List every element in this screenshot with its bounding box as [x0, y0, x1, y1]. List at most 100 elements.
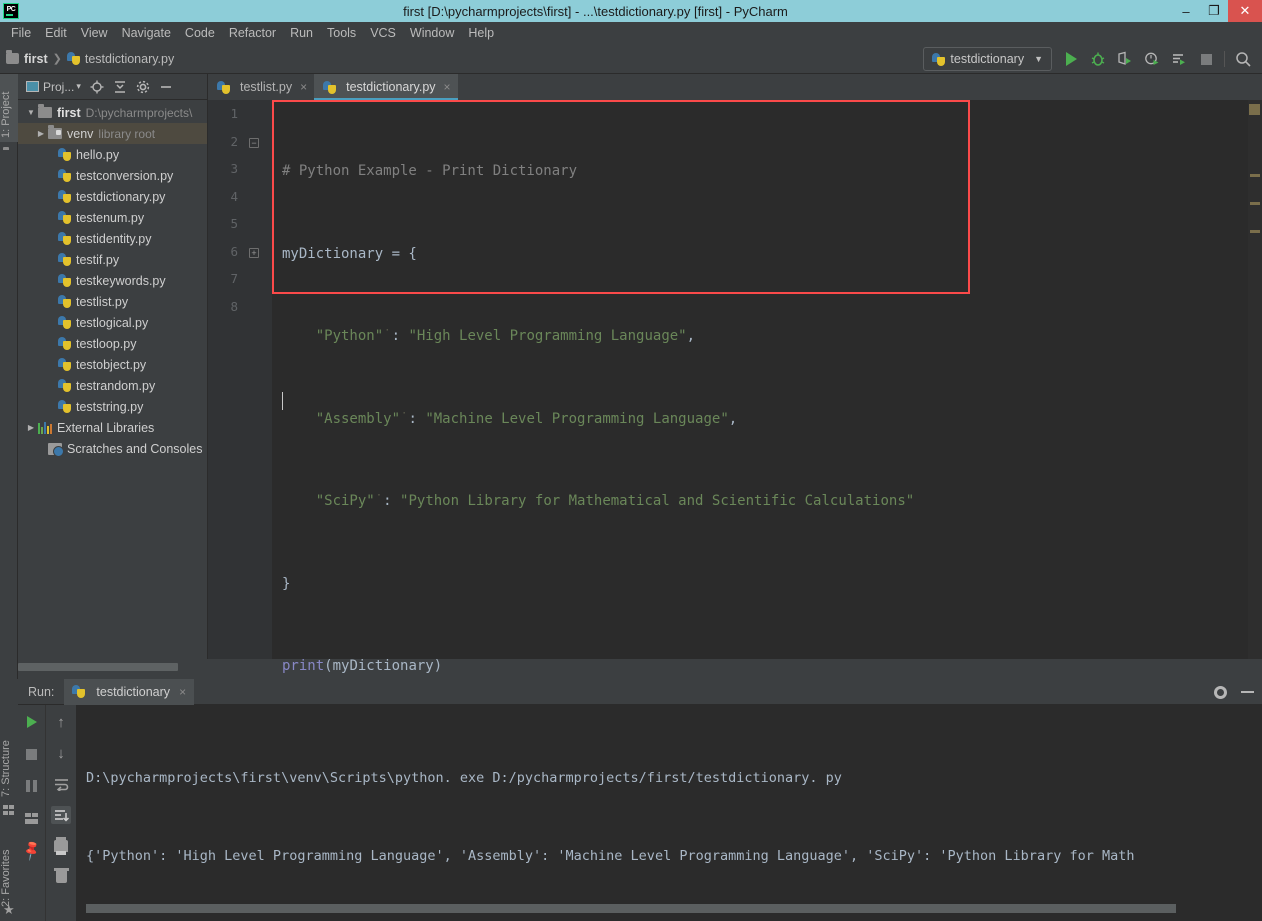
- editor-tab-testdictionary[interactable]: testdictionary.py ×: [314, 74, 458, 100]
- menu-file[interactable]: File: [4, 24, 38, 42]
- settings-icon[interactable]: [136, 80, 150, 94]
- run-button[interactable]: [1062, 50, 1080, 68]
- tree-item-testidentity-py[interactable]: testidentity.py: [18, 228, 207, 249]
- menu-vcs[interactable]: VCS: [363, 24, 403, 42]
- stripe-marker[interactable]: [1250, 202, 1260, 205]
- external-libraries-icon: [38, 421, 52, 434]
- code-editor[interactable]: 1 2 3 4 5 6 7 8 − + # Python Example - Print Dict…: [208, 100, 1262, 674]
- close-tab-icon[interactable]: ×: [300, 80, 307, 94]
- breadcrumb-project[interactable]: first: [6, 50, 48, 66]
- scroll-to-end-button[interactable]: [51, 806, 71, 824]
- project-panel-scrollbar[interactable]: [18, 663, 208, 673]
- menu-window[interactable]: Window: [403, 24, 461, 42]
- error-stripe-marker[interactable]: [1249, 104, 1260, 115]
- stripe-marker[interactable]: [1250, 230, 1260, 233]
- tree-expand-arrow-icon[interactable]: ▼: [24, 108, 38, 117]
- text-caret: [282, 392, 283, 410]
- tree-item-external-libraries[interactable]: ▶ External Libraries: [18, 417, 207, 438]
- code-fold-icon[interactable]: −: [248, 137, 260, 149]
- tree-item-venv[interactable]: ▶ venv library root: [18, 123, 207, 144]
- minimize-icon[interactable]: [1241, 691, 1254, 693]
- minimize-window-button[interactable]: –: [1172, 0, 1200, 22]
- scratches-icon: [48, 442, 64, 457]
- code-line-3: "Python"˙: "High Level Programming Langu…: [272, 323, 1262, 351]
- profile-button[interactable]: [1143, 50, 1161, 68]
- tree-item-hello-py[interactable]: hello.py: [18, 144, 207, 165]
- pin-tab-button[interactable]: 📌: [19, 838, 42, 861]
- editor-tab-testlist[interactable]: testlist.py ×: [208, 74, 314, 100]
- pause-button[interactable]: [23, 777, 41, 795]
- tree-item-testenum-py[interactable]: testenum.py: [18, 207, 207, 228]
- rerun-button[interactable]: [23, 713, 41, 731]
- logo-text: PC: [6, 5, 16, 13]
- run-tab-testdictionary[interactable]: testdictionary ×: [64, 678, 195, 705]
- tree-item-first[interactable]: ▼ first D:\pycharmprojects\: [18, 102, 207, 123]
- debug-button[interactable]: [1089, 50, 1107, 68]
- menu-run[interactable]: Run: [283, 24, 320, 42]
- tree-item-testobject-py[interactable]: testobject.py: [18, 354, 207, 375]
- window-controls: – ❐ ✕: [1172, 0, 1262, 22]
- editor-gutter[interactable]: 1 2 3 4 5 6 7 8 − +: [208, 100, 272, 659]
- scroll-up-button[interactable]: [52, 713, 70, 731]
- console-horizontal-scrollbar[interactable]: [86, 904, 1176, 913]
- close-tab-icon[interactable]: ×: [444, 80, 451, 94]
- scroll-down-button[interactable]: [52, 744, 70, 762]
- close-window-button[interactable]: ✕: [1228, 0, 1262, 22]
- stop-button[interactable]: [1197, 50, 1215, 68]
- close-run-tab-icon[interactable]: ×: [179, 685, 186, 699]
- sidebar-tab-structure[interactable]: 7: Structure: [0, 717, 18, 801]
- tree-item-teststring-py[interactable]: teststring.py: [18, 396, 207, 417]
- soft-wrap-button[interactable]: [52, 775, 70, 793]
- tree-item-testloop-py[interactable]: testloop.py: [18, 333, 207, 354]
- gear-icon[interactable]: [1214, 685, 1227, 699]
- editor-marker-gutter[interactable]: [1248, 100, 1262, 659]
- tree-item-label: testenum.py: [76, 210, 145, 225]
- clear-all-button[interactable]: [52, 868, 70, 886]
- tree-item-testlist-py[interactable]: testlist.py: [18, 291, 207, 312]
- tile-windows-button[interactable]: [23, 809, 41, 827]
- search-icon[interactable]: [1234, 50, 1252, 68]
- run-configuration-selector[interactable]: testdictionary ▼: [923, 47, 1052, 71]
- print-button[interactable]: [52, 837, 70, 855]
- breadcrumb-file[interactable]: testdictionary.py: [66, 52, 174, 66]
- tree-expand-arrow-icon[interactable]: ▶: [34, 129, 48, 138]
- python-file-icon: [58, 379, 71, 392]
- menu-help[interactable]: Help: [461, 24, 501, 42]
- tree-item-scratches-and-consoles[interactable]: Scratches and Consoles: [18, 438, 207, 459]
- run-with-console-button[interactable]: [1170, 50, 1188, 68]
- menu-view[interactable]: View: [74, 24, 115, 42]
- stop-button[interactable]: [23, 745, 41, 763]
- menu-code[interactable]: Code: [178, 24, 222, 42]
- hide-panel-icon[interactable]: [159, 80, 173, 94]
- tree-item-testconversion-py[interactable]: testconversion.py: [18, 165, 207, 186]
- tree-item-testif-py[interactable]: testif.py: [18, 249, 207, 270]
- code-dict-key: "Python": [315, 328, 384, 344]
- tree-item-testrandom-py[interactable]: testrandom.py: [18, 375, 207, 396]
- code-fold-icon[interactable]: +: [248, 247, 260, 259]
- tree-item-label: venv: [67, 126, 94, 141]
- menu-edit[interactable]: Edit: [38, 24, 74, 42]
- python-file-icon: [58, 337, 71, 350]
- tree-item-testlogical-py[interactable]: testlogical.py: [18, 312, 207, 333]
- python-file-icon: [72, 685, 86, 698]
- coverage-button[interactable]: [1116, 50, 1134, 68]
- menu-refactor[interactable]: Refactor: [222, 24, 283, 42]
- locate-icon[interactable]: [90, 80, 104, 94]
- breadcrumb-project-label: first: [24, 51, 48, 66]
- tree-item-testkeywords-py[interactable]: testkeywords.py: [18, 270, 207, 291]
- sidebar-tab-project[interactable]: 1: Project: [0, 74, 18, 142]
- maximize-window-button[interactable]: ❐: [1200, 0, 1228, 22]
- stripe-marker[interactable]: [1250, 174, 1260, 177]
- project-panel-title[interactable]: Proj... ▾: [26, 80, 81, 94]
- menu-tools[interactable]: Tools: [320, 24, 363, 42]
- menu-navigate[interactable]: Navigate: [115, 24, 178, 42]
- tree-expand-arrow-icon[interactable]: ▶: [24, 423, 38, 432]
- python-file-icon: [58, 169, 71, 182]
- pycharm-logo-icon: PC: [3, 3, 19, 19]
- tree-item-testdictionary-py[interactable]: testdictionary.py: [18, 186, 207, 207]
- line-number: 3: [230, 161, 238, 176]
- code-content[interactable]: # Python Example - Print Dictionary myDi…: [272, 100, 1262, 674]
- collapse-all-icon[interactable]: [113, 80, 127, 94]
- run-console-output[interactable]: D:\pycharmprojects\first\venv\Scripts\py…: [76, 705, 1262, 921]
- sidebar-tab-favorites[interactable]: 2: Favorites: [0, 827, 18, 911]
